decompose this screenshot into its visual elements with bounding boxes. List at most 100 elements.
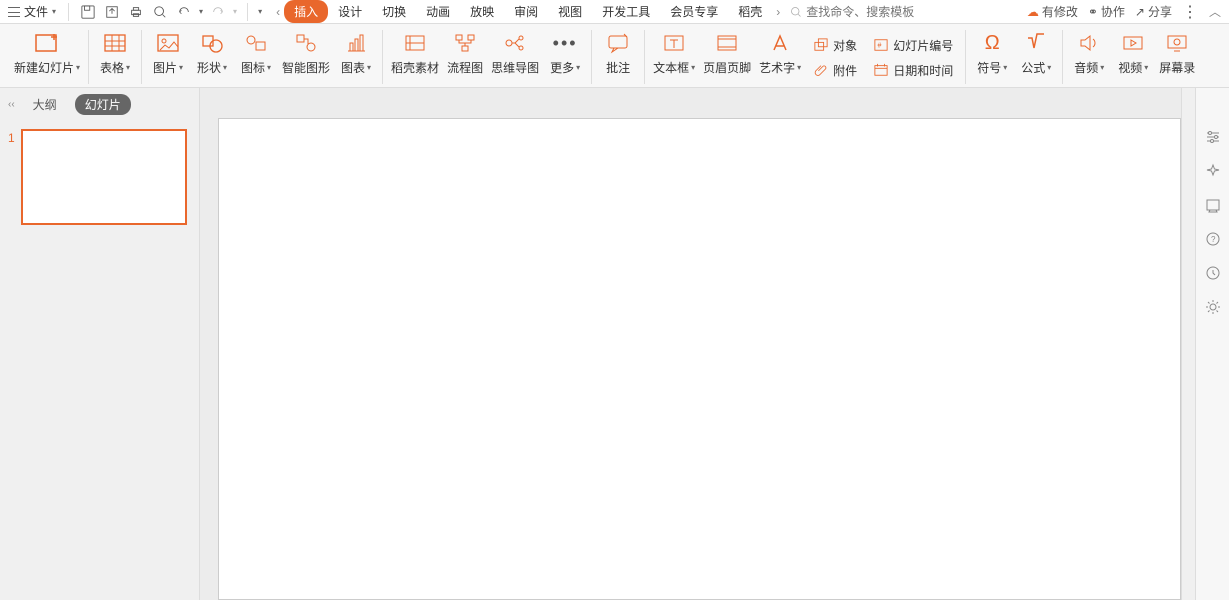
comment-button[interactable]: 批注 xyxy=(600,28,636,76)
tab-scroll-right[interactable]: › xyxy=(772,2,784,22)
share-button[interactable]: ↗ 分享 xyxy=(1135,3,1172,20)
tab-insert[interactable]: 插入 xyxy=(284,0,328,23)
chevron-down-icon: ▾ xyxy=(76,63,80,72)
picture-button[interactable]: 图片▾ xyxy=(150,28,186,76)
icon-button[interactable]: 图标▾ xyxy=(238,28,274,76)
header-footer-icon xyxy=(714,30,740,56)
settings-slider-icon[interactable] xyxy=(1204,128,1222,146)
shape-button[interactable]: 形状▾ xyxy=(194,28,230,76)
screen-record-button[interactable]: 屏幕录 xyxy=(1159,28,1195,76)
clock-icon[interactable] xyxy=(1204,264,1222,282)
docer-material-button[interactable]: 稻壳素材 xyxy=(391,28,439,76)
save-icon[interactable] xyxy=(79,3,97,21)
chart-button[interactable]: 图表▾ xyxy=(338,28,374,76)
mindmap-icon xyxy=(502,30,528,56)
file-menu[interactable]: 文件 ▾ xyxy=(0,3,64,20)
sparkle-icon[interactable] xyxy=(1204,162,1222,180)
table-button[interactable]: 表格▾ xyxy=(97,28,133,76)
symbol-button[interactable]: Ω 符号▾ xyxy=(974,28,1010,76)
paperclip-icon xyxy=(813,62,829,78)
more-menu-icon[interactable]: ⋮ xyxy=(1182,2,1199,22)
gear-icon[interactable] xyxy=(1204,298,1222,316)
command-search[interactable] xyxy=(790,5,926,19)
video-icon xyxy=(1120,30,1146,56)
help-icon[interactable]: ? xyxy=(1204,230,1222,248)
outline-tab[interactable]: 大纲 xyxy=(23,94,67,115)
undo-icon[interactable] xyxy=(175,3,193,21)
tab-review[interactable]: 审阅 xyxy=(504,0,548,23)
slide-number-button[interactable]: #幻灯片编号 xyxy=(869,35,957,56)
people-icon: ⚭ xyxy=(1088,5,1098,19)
textbox-icon xyxy=(661,30,687,56)
qat-customize-icon[interactable]: ▾ xyxy=(258,7,262,16)
material-icon xyxy=(402,30,428,56)
slide-number-label: 1 xyxy=(8,129,15,145)
command-search-input[interactable] xyxy=(806,5,926,19)
tab-design[interactable]: 设计 xyxy=(328,0,372,23)
screen-record-icon xyxy=(1164,30,1190,56)
pending-changes-button[interactable]: ☁ 有修改 xyxy=(1027,3,1078,20)
collapse-ribbon-icon[interactable]: ︿ xyxy=(1209,3,1221,20)
search-icon xyxy=(790,6,802,18)
new-slide-icon xyxy=(34,30,60,56)
object-button[interactable]: 对象 xyxy=(809,35,861,56)
comment-icon xyxy=(605,30,631,56)
header-footer-button[interactable]: 页眉页脚 xyxy=(703,28,751,76)
tab-membership[interactable]: 会员专享 xyxy=(660,0,728,23)
slide-number-icon: # xyxy=(873,37,889,53)
wordart-button[interactable]: 艺术字▾ xyxy=(759,28,801,76)
tab-transition[interactable]: 切换 xyxy=(372,0,416,23)
slides-tab[interactable]: 幻灯片 xyxy=(75,94,131,115)
svg-text:#: # xyxy=(878,43,882,50)
collaborate-button[interactable]: ⚭ 协作 xyxy=(1088,3,1125,20)
tab-animation[interactable]: 动画 xyxy=(416,0,460,23)
tab-view[interactable]: 视图 xyxy=(548,0,592,23)
smartart-button[interactable]: 智能图形 xyxy=(282,28,330,76)
right-sidebar: ? xyxy=(1195,88,1229,600)
shape-icon xyxy=(199,30,225,56)
flowchart-button[interactable]: 流程图 xyxy=(447,28,483,76)
object-icon xyxy=(813,37,829,53)
undo-dropdown-icon[interactable]: ▾ xyxy=(199,7,203,16)
separator xyxy=(68,3,69,21)
print-preview-icon[interactable] xyxy=(151,3,169,21)
svg-text:?: ? xyxy=(1211,235,1216,244)
calendar-icon xyxy=(873,62,889,78)
datetime-button[interactable]: 日期和时间 xyxy=(869,60,957,81)
textbox-button[interactable]: 文本框▾ xyxy=(653,28,695,76)
more-button[interactable]: ••• 更多▾ xyxy=(547,28,583,76)
audio-button[interactable]: 音频▾ xyxy=(1071,28,1107,76)
slide-canvas[interactable] xyxy=(218,118,1181,600)
slide-thumbnail-1[interactable]: 1 xyxy=(8,129,191,225)
new-slide-button[interactable]: 新建幻灯片▾ xyxy=(14,28,80,76)
template-icon[interactable] xyxy=(1204,196,1222,214)
hamburger-icon xyxy=(8,7,20,17)
chart-icon xyxy=(343,30,369,56)
tab-scroll-left[interactable]: ‹ xyxy=(272,2,284,22)
equation-button[interactable]: 公式▾ xyxy=(1018,28,1054,76)
redo-dropdown-icon[interactable]: ▾ xyxy=(233,7,237,16)
panel-collapse-icon[interactable]: ‹‹ xyxy=(8,99,15,110)
icons-icon xyxy=(243,30,269,56)
slide-canvas-area xyxy=(200,88,1181,600)
share-label: 分享 xyxy=(1148,3,1172,20)
export-icon[interactable] xyxy=(103,3,121,21)
redo-icon[interactable] xyxy=(209,3,227,21)
share-icon: ↗ xyxy=(1135,5,1145,19)
slide-thumbnail[interactable] xyxy=(21,129,187,225)
separator xyxy=(247,3,248,21)
mindmap-button[interactable]: 思维导图 xyxy=(491,28,539,76)
file-menu-label: 文件 xyxy=(24,3,48,20)
tab-docer[interactable]: 稻壳 xyxy=(728,0,772,23)
chevron-down-icon: ▾ xyxy=(52,7,56,16)
video-button[interactable]: 视频▾ xyxy=(1115,28,1151,76)
tab-devtools[interactable]: 开发工具 xyxy=(592,0,660,23)
collaborate-label: 协作 xyxy=(1101,3,1125,20)
audio-icon xyxy=(1076,30,1102,56)
print-icon[interactable] xyxy=(127,3,145,21)
attachment-button[interactable]: 附件 xyxy=(809,60,861,81)
slide-panel: ‹‹ 大纲 幻灯片 1 xyxy=(0,88,200,600)
vertical-scrollbar[interactable] xyxy=(1181,88,1195,600)
tab-slideshow[interactable]: 放映 xyxy=(460,0,504,23)
cloud-icon: ☁ xyxy=(1027,5,1039,19)
